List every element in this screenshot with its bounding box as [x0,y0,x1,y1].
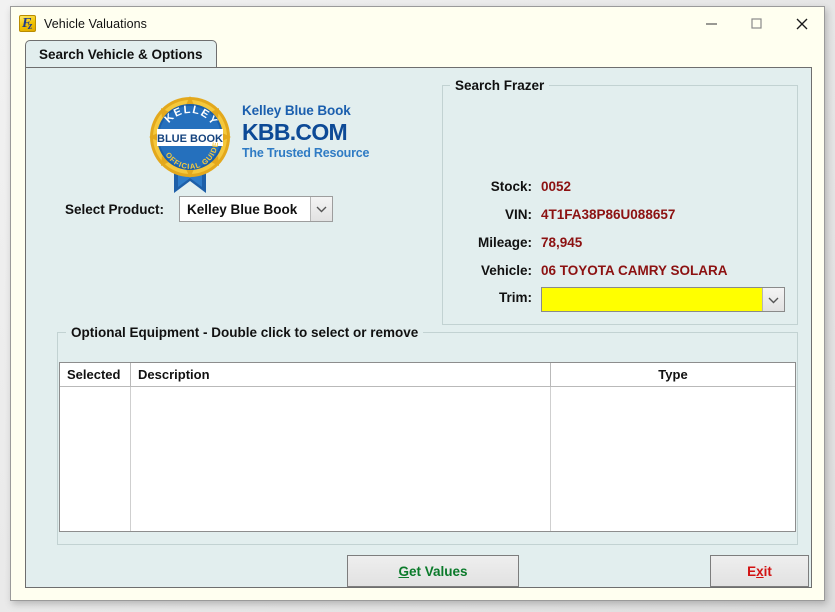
kbb-wordmark: Kelley Blue Book KBB.COM The Trusted Res… [242,103,374,161]
maximize-icon[interactable] [734,7,779,40]
exit-suffix: it [763,563,772,579]
title-bar: Vehicle Valuations [11,7,824,40]
kbb-wordmark-line2: KBB.COM [242,119,348,145]
window-controls [689,7,824,40]
kbb-wordmark-line3: The Trusted Resource [242,146,370,160]
column-header-type[interactable]: Type [551,363,795,386]
column-body-selected [60,387,131,531]
chevron-down-icon[interactable] [762,288,784,311]
field-vin-label: VIN: [505,206,532,222]
field-stock-label: Stock: [490,178,532,194]
tab-search-vehicle-options[interactable]: Search Vehicle & Options [25,40,217,68]
select-product-value: Kelley Blue Book [187,201,298,217]
trim-dropdown[interactable] [541,287,785,312]
kbb-wordmark-line1: Kelley Blue Book [242,103,351,118]
field-vin-value: 4T1FA38P86U088657 [541,206,676,222]
tab-page-search-vehicle-options: BLUE BOOK KELLEY OFFICIAL GUIDE Kelley B… [25,67,812,588]
field-mileage-label: Mileage: [477,234,532,250]
optional-equipment-list[interactable]: Selected Description Type [59,362,796,532]
get-values-accel: G [398,563,409,579]
trim-value [542,288,762,311]
field-vehicle-label: Vehicle: [480,262,532,278]
minimize-icon[interactable] [689,7,734,40]
get-values-suffix: et Values [408,563,468,579]
trim-label: Trim: [498,290,532,305]
column-header-selected[interactable]: Selected [60,363,131,386]
column-body-type [551,387,795,531]
field-stock-value: 0052 [541,178,572,194]
exit-prefix: E [747,563,757,579]
vehicle-valuations-window: Vehicle Valuations Search Vehicle & Opti… [10,6,825,601]
kbb-seal-icon: BLUE BOOK KELLEY OFFICIAL GUIDE [149,96,231,193]
optional-equipment-header-row: Selected Description Type [60,363,795,387]
chevron-down-icon[interactable] [310,197,332,221]
window-title: Vehicle Valuations [44,16,148,31]
column-header-description[interactable]: Description [131,363,551,386]
tab-label: Search Vehicle & Options [39,47,203,62]
field-mileage: Mileage: 78,945 [446,232,582,252]
kelley-blue-book-logo: BLUE BOOK KELLEY OFFICIAL GUIDE Kelley B… [144,89,372,199]
field-stock: Stock: 0052 [446,176,571,196]
frazer-app-icon [19,15,36,33]
field-vehicle: Vehicle: 06 TOYOTA CAMRY SOLARA [446,260,728,280]
exit-button[interactable]: Ex it [710,555,809,587]
field-vehicle-value: 06 TOYOTA CAMRY SOLARA [541,262,728,278]
get-values-button[interactable]: Get Values [347,555,519,587]
optional-equipment-title: Optional Equipment - Double click to sel… [66,325,424,340]
close-icon[interactable] [779,7,824,40]
column-body-description [131,387,551,531]
search-frazer-title: Search Frazer [450,78,550,93]
tab-strip: Search Vehicle & Options [25,40,812,68]
field-vin: VIN: 4T1FA38P86U088657 [446,204,675,224]
exit-accel: x [756,563,764,579]
optional-equipment-body[interactable] [60,387,795,531]
field-mileage-value: 78,945 [541,234,583,250]
select-product-dropdown[interactable]: Kelley Blue Book [179,196,333,222]
select-product-label: Select Product: [65,202,165,217]
